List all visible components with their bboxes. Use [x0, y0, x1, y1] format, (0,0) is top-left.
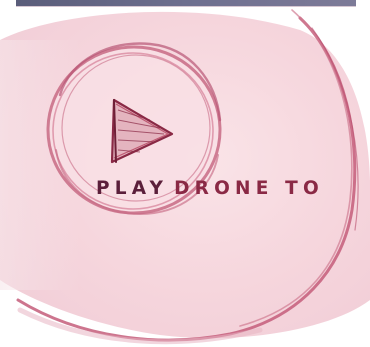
title-word-play: PLAY	[96, 178, 169, 199]
background-art	[0, 9, 370, 345]
title-word-drone: DRONE TO	[174, 178, 324, 199]
app-title: PLAY DRONE TO	[96, 178, 324, 200]
app-screen: PLAY DRONE TO	[0, 0, 370, 347]
